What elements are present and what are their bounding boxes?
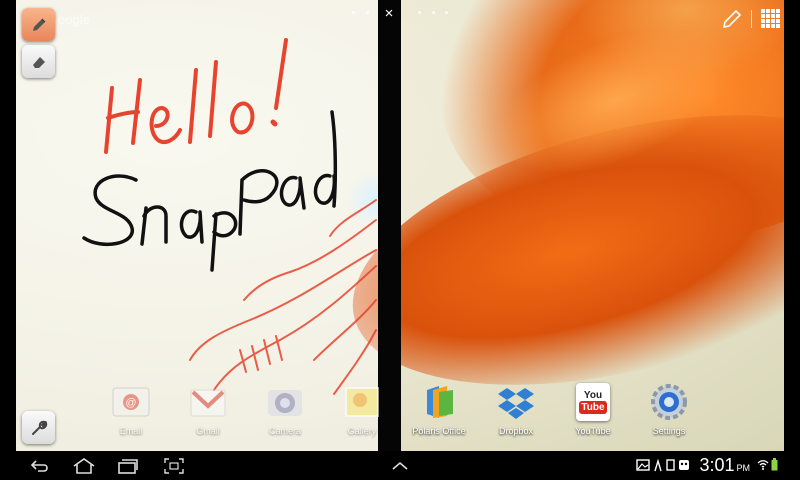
eraser-tool-button[interactable] [22, 45, 55, 78]
system-navigation-bar: 3:01 PM [16, 451, 784, 480]
email-icon: @ [109, 382, 153, 422]
page-dots-right [418, 11, 448, 14]
hello-ink [104, 38, 288, 154]
apps-grid-icon[interactable] [760, 8, 782, 30]
eraser-icon [32, 56, 45, 68]
app-label: Camera [268, 426, 301, 436]
gallery-notify-icon [636, 459, 650, 471]
battery-icon [771, 458, 778, 471]
pen-icon [32, 18, 45, 31]
home-button[interactable] [68, 451, 100, 480]
notification-icons[interactable] [636, 458, 690, 472]
app-label: Polaris Office [412, 426, 466, 436]
system-status-icons [757, 458, 778, 471]
recent-apps-icon [118, 458, 138, 474]
app-label: Gallery [347, 426, 377, 436]
youtube-icon: You Tube [571, 382, 615, 422]
gmail-icon [186, 382, 230, 422]
app-polaris-office[interactable]: Polaris Office [404, 382, 474, 436]
tablet-screen: oogle × @ Email Gmail Camera Gallery Pol… [0, 0, 800, 480]
app-label: Gmail [196, 426, 220, 436]
status-clock: 3:01 PM [699, 455, 750, 476]
svg-text:@: @ [125, 397, 136, 409]
wrench-icon [31, 420, 47, 435]
app-label: YouTube [575, 426, 611, 436]
dropbox-icon [494, 382, 538, 422]
sd-icon [666, 459, 675, 471]
clock-time: 3:01 [699, 455, 735, 475]
screenshot-icon [164, 457, 184, 474]
back-button[interactable] [26, 451, 54, 480]
app-gmail[interactable]: Gmail [173, 382, 243, 436]
pencil-icon[interactable] [721, 8, 743, 30]
recent-apps-button[interactable] [114, 451, 142, 480]
separator [751, 10, 752, 28]
app-dropbox[interactable]: Dropbox [481, 382, 551, 436]
usb-icon [654, 458, 662, 472]
settings-gear-icon [647, 382, 691, 422]
bbm-icon [679, 460, 689, 470]
chevron-up-icon [392, 461, 408, 470]
close-snap-pad-button[interactable]: × [379, 4, 399, 24]
camera-icon [263, 382, 307, 422]
right-top-bar [721, 8, 782, 30]
pen-tool-button[interactable] [22, 8, 55, 41]
pen-settings-button[interactable] [22, 411, 55, 444]
app-label: Dropbox [498, 426, 534, 436]
app-camera[interactable]: Camera [250, 382, 320, 436]
chevron-up-button[interactable] [388, 451, 412, 480]
google-search-ghost: oogle [58, 12, 90, 27]
gallery-icon [340, 382, 384, 422]
app-email[interactable]: @ Email [96, 382, 166, 436]
youtube-logo-you: You [583, 390, 603, 401]
app-settings[interactable]: Settings [634, 382, 704, 436]
app-label: Settings [652, 426, 686, 436]
app-label: Email [119, 426, 143, 436]
wifi-icon [757, 460, 769, 470]
youtube-logo-tube: Tube [579, 401, 607, 414]
app-youtube[interactable]: You Tube YouTube [558, 382, 628, 436]
polaris-office-icon [417, 382, 461, 422]
flower-sketch [189, 199, 377, 395]
app-gallery[interactable]: Gallery [327, 382, 397, 436]
close-icon: × [384, 5, 394, 22]
screenshot-button[interactable] [160, 451, 188, 480]
clock-ampm: PM [736, 463, 751, 473]
back-icon [30, 459, 48, 472]
home-icon [73, 457, 95, 474]
